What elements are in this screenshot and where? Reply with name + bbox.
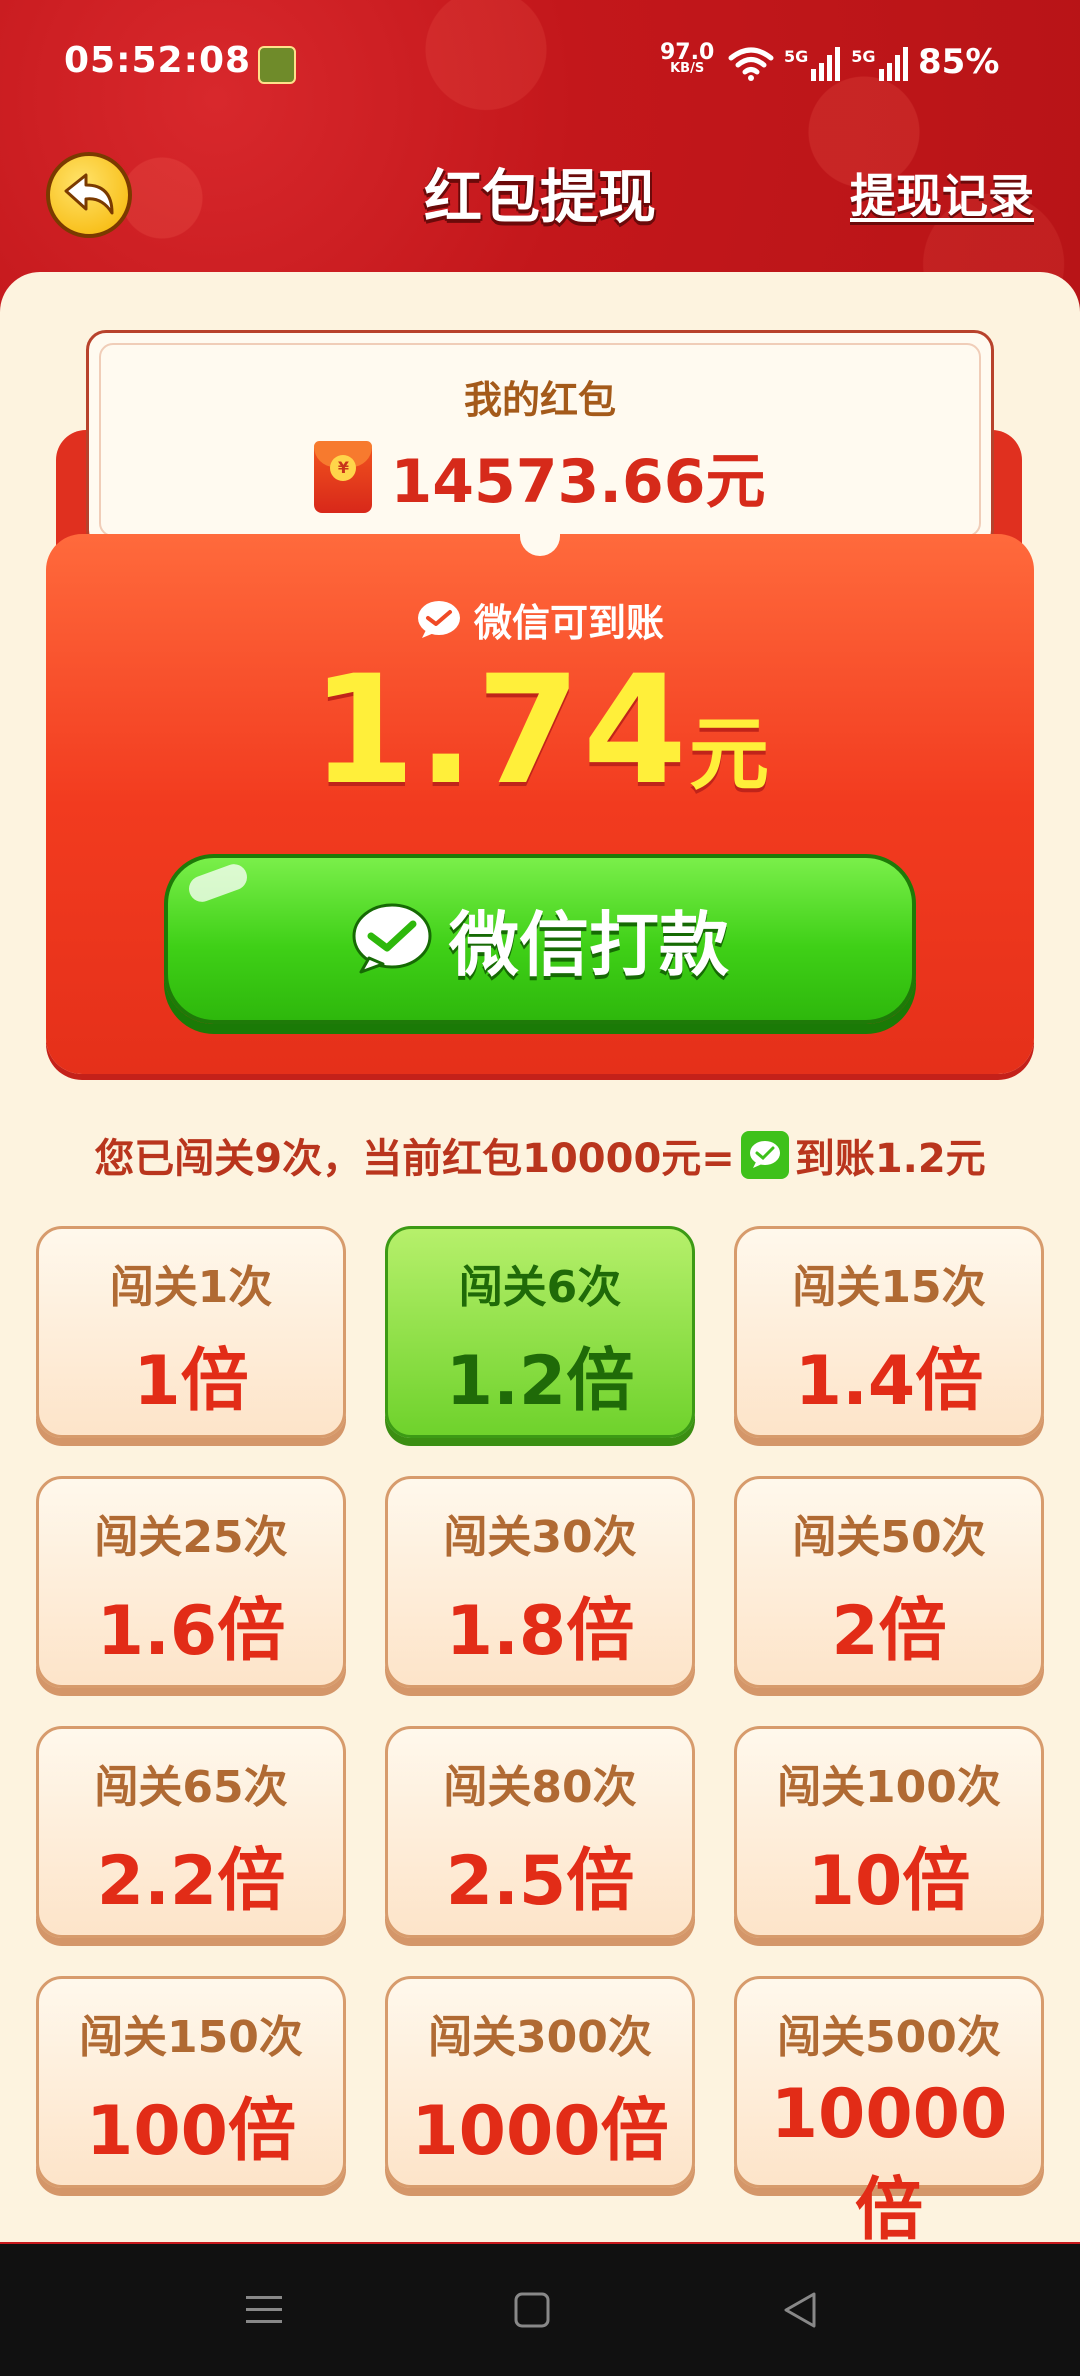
wechat-arrive-row: 微信可到账 [46,592,1034,647]
tier-card[interactable]: 闯关100次 10倍 [734,1726,1044,1938]
tier-multiplier: 2倍 [831,1592,947,1671]
signal-2: 5G [851,47,908,81]
progress-info: 您已闯关9次，当前红包10000元= 到账1.2元 [0,1126,1080,1184]
progress-info-prefix: 您已闯关9次，当前红包10000元= [94,1136,735,1182]
wechat-arrive-label: 微信可到账 [473,601,664,645]
nav-menu-button[interactable] [234,2284,294,2336]
tier-levels: 闯关30次 [443,1512,637,1563]
tier-multiplier: 10倍 [807,1842,971,1921]
tier-card[interactable]: 闯关50次 2倍 [734,1476,1044,1688]
tier-levels: 闯关80次 [443,1762,637,1813]
wechat-icon [417,600,460,638]
menu-icon [246,2296,282,2323]
home-square-icon [514,2292,550,2328]
signal-1: 5G [784,47,841,81]
signal-1-label: 5G [784,47,809,66]
withdraw-amount-unit: 元 [689,708,770,801]
tier-card[interactable]: 闯关30次 1.8倍 [385,1476,695,1688]
tier-multiplier: 100倍 [86,2092,296,2171]
tier-card[interactable]: 闯关80次 2.5倍 [385,1726,695,1938]
tier-multiplier: 10000倍 [770,2075,1008,2250]
withdraw-history-link[interactable]: 提现记录 [850,160,1034,226]
tier-levels: 闯关500次 [777,2012,1001,2063]
status-bar: 05:52:08 97.0 KB/S 5G 5G 85% [0,0,1080,120]
tier-card[interactable]: 闯关25次 1.6倍 [36,1476,346,1688]
tier-card[interactable]: 闯关65次 2.2倍 [36,1726,346,1938]
progress-info-suffix: 到账1.2元 [794,1136,986,1182]
tier-multiplier: 1.8倍 [445,1592,635,1671]
tier-levels: 闯关50次 [792,1512,986,1563]
red-envelope-icon [314,440,373,513]
tier-card[interactable]: 闯关1次 1倍 [36,1226,346,1438]
withdraw-amount-number: 1.74 [310,644,690,818]
wifi-icon [728,47,774,81]
tier-card[interactable]: 闯关150次 100倍 [36,1976,346,2188]
wechat-pay-button[interactable]: 微信打款 [164,854,916,1024]
tier-levels: 闯关65次 [94,1762,288,1813]
nav-back-button[interactable] [770,2284,830,2336]
signal-bars-icon [811,47,841,81]
tier-levels: 闯关6次 [458,1262,622,1313]
tier-multiplier: 1000倍 [411,2092,669,2171]
nav-home-button[interactable] [502,2284,562,2336]
withdraw-amount: 1.74元 [46,644,1034,818]
tier-multiplier: 1.4倍 [794,1342,984,1421]
wechat-pay-button-label: 微信打款 [449,903,729,986]
wechat-icon [352,903,432,974]
signal-2-label: 5G [851,47,876,66]
tier-card[interactable]: 闯关300次 1000倍 [385,1976,695,2188]
tier-multiplier: 1倍 [133,1342,249,1421]
tier-levels: 闯关25次 [94,1512,288,1563]
my-red-packet-box: 我的红包 14573.66元 [86,330,994,550]
button-gloss [185,860,251,906]
status-time: 05:52:08 [64,40,252,81]
tier-card-active[interactable]: 闯关6次 1.2倍 [385,1226,695,1438]
wechat-icon [740,1131,789,1179]
tier-levels: 闯关300次 [428,2012,652,2063]
tier-levels: 闯关1次 [109,1262,273,1313]
multiplier-grid: 闯关1次 1倍 闯关6次 1.2倍 闯关15次 1.4倍 闯关25次 1.6倍 闯关30… [36,1226,1044,2250]
tier-levels: 闯关15次 [792,1262,986,1313]
my-red-packet-amount: 14573.66元 [390,447,766,517]
back-triangle-icon [784,2292,816,2328]
signal-bars-icon [878,47,908,81]
tier-levels: 闯关100次 [777,1762,1001,1813]
network-speed: 97.0 KB/S [660,42,714,76]
card-notch [520,532,560,556]
my-red-packet-label: 我的红包 [463,378,616,422]
tier-multiplier: 1.6倍 [96,1592,286,1671]
status-icons: 5G 5G [728,44,909,84]
app-notification-icon [258,46,296,84]
tier-card[interactable]: 闯关500次 10000倍 [734,1976,1044,2250]
battery-level: 85% [918,42,1000,82]
withdraw-card: 微信可到账 1.74元 微信打款 [46,532,1034,1074]
tier-multiplier: 1.2倍 [445,1342,635,1421]
tier-levels: 闯关150次 [79,2012,303,2063]
tier-multiplier: 2.2倍 [96,1842,286,1921]
packet-amount-row: 14573.66元 [89,433,991,520]
system-nav-bar [0,2244,1080,2376]
tier-card[interactable]: 闯关15次 1.4倍 [734,1226,1044,1438]
tier-multiplier: 2.5倍 [445,1842,635,1921]
